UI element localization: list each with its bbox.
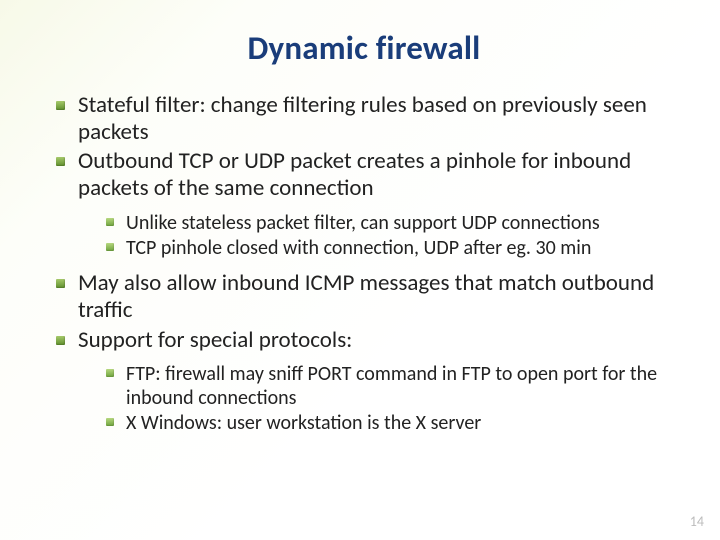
square-bullet-icon <box>106 243 114 251</box>
list-item-text: May also allow inbound ICMP messages tha… <box>78 269 654 324</box>
list-item: Outbound TCP or UDP packet creates a pin… <box>56 148 672 260</box>
list-item: X Windows: user workstation is the X ser… <box>106 411 672 435</box>
list-item-text: FTP: firewall may sniff PORT command in … <box>126 362 657 410</box>
list-item: Stateful filter: change filtering rules … <box>56 92 672 146</box>
list-item-text: TCP pinhole closed with connection, UDP … <box>126 236 591 260</box>
square-bullet-icon <box>56 157 65 166</box>
list-item: Unlike stateless packet filter, can supp… <box>106 211 672 235</box>
square-bullet-icon <box>106 369 114 377</box>
square-bullet-icon <box>56 336 65 345</box>
square-bullet-icon <box>56 279 65 288</box>
list-item: May also allow inbound ICMP messages tha… <box>56 270 672 324</box>
page-number: 14 <box>690 513 704 530</box>
square-bullet-icon <box>56 101 65 110</box>
bullet-list-level1: Stateful filter: change filtering rules … <box>56 92 672 436</box>
list-item-text: X Windows: user workstation is the X ser… <box>126 411 481 435</box>
list-item-text: Stateful filter: change filtering rules … <box>78 91 647 146</box>
bullet-list-level2: FTP: firewall may sniff PORT command in … <box>106 362 672 436</box>
list-item: Support for special protocols: FTP: fire… <box>56 327 672 436</box>
list-item-text: Outbound TCP or UDP packet creates a pin… <box>78 147 631 202</box>
square-bullet-icon <box>106 218 114 226</box>
square-bullet-icon <box>106 418 114 426</box>
bullet-list-level2: Unlike stateless packet filter, can supp… <box>106 211 672 261</box>
list-item: TCP pinhole closed with connection, UDP … <box>106 236 672 260</box>
list-item: FTP: firewall may sniff PORT command in … <box>106 362 672 411</box>
slide-title: Dynamic firewall <box>56 28 672 68</box>
list-item-text: Unlike stateless packet filter, can supp… <box>126 211 600 235</box>
list-item-text: Support for special protocols: <box>78 326 352 354</box>
